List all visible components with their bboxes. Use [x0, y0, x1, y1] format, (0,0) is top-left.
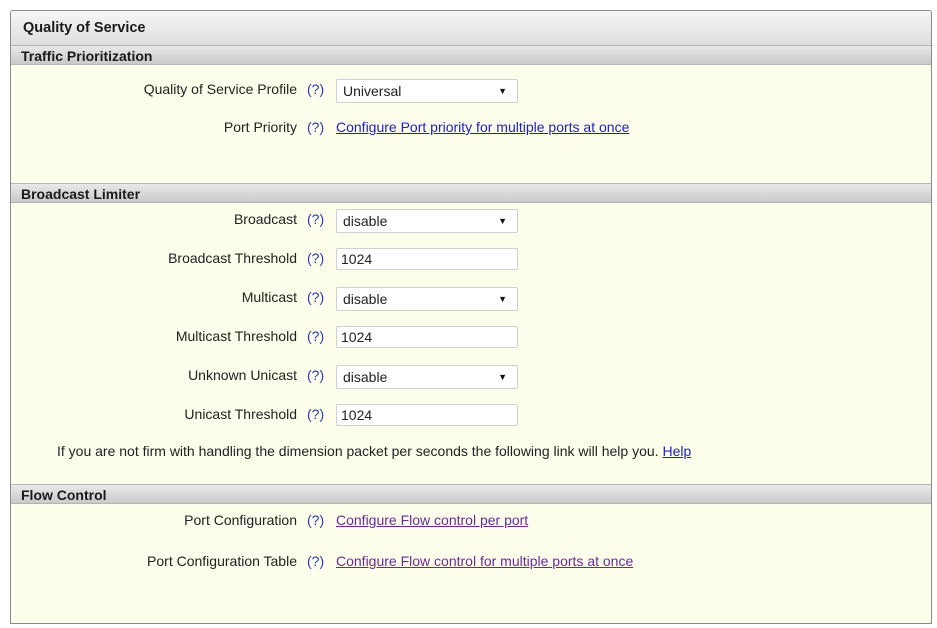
port-config-table-row: Port Configuration Table (?) Configure F… [11, 551, 931, 591]
port-config-table-help[interactable]: (?) [307, 553, 324, 569]
multicast-threshold-help[interactable]: (?) [307, 328, 324, 344]
multicast-label: Multicast [241, 289, 297, 305]
broadcast-select[interactable]: disable ▼ [336, 209, 518, 233]
multicast-threshold-row: Multicast Threshold (?) 1024 [11, 326, 931, 350]
multicast-row: Multicast (?) disable ▼ [11, 287, 931, 311]
port-config-table-label: Port Configuration Table [147, 553, 297, 569]
unknown-unicast-label: Unknown Unicast [188, 367, 297, 383]
unicast-threshold-help[interactable]: (?) [307, 406, 324, 422]
section-broadcast-limiter: Broadcast Limiter [11, 183, 931, 203]
section-traffic-prioritization: Traffic Prioritization [11, 45, 931, 65]
help-note: If you are not firm with handling the di… [57, 443, 691, 459]
broadcast-threshold-label: Broadcast Threshold [168, 250, 297, 266]
triangle-down-icon: ▼ [498, 372, 507, 382]
unicast-threshold-row: Unicast Threshold (?) 1024 [11, 404, 931, 428]
unicast-threshold-label: Unicast Threshold [184, 406, 297, 422]
broadcast-threshold-input[interactable]: 1024 [336, 248, 518, 270]
triangle-down-icon: ▼ [498, 216, 507, 226]
qos-profile-label: Quality of Service Profile [143, 81, 297, 97]
port-priority-label: Port Priority [223, 119, 297, 135]
unicast-threshold-input[interactable]: 1024 [336, 404, 518, 426]
broadcast-threshold-row: Broadcast Threshold (?) 1024 [11, 248, 931, 272]
multicast-select[interactable]: disable ▼ [336, 287, 518, 311]
triangle-down-icon: ▼ [498, 294, 507, 304]
port-config-help[interactable]: (?) [307, 512, 324, 528]
unknown-unicast-row: Unknown Unicast (?) disable ▼ [11, 365, 931, 389]
port-priority-help[interactable]: (?) [307, 119, 324, 135]
broadcast-help[interactable]: (?) [307, 211, 324, 227]
port-priority-link[interactable]: Configure Port priority for multiple por… [336, 119, 629, 135]
qos-panel: Quality of Service Traffic Prioritizatio… [10, 10, 932, 624]
multicast-value: disable [343, 291, 388, 307]
multicast-threshold-input[interactable]: 1024 [336, 326, 518, 348]
qos-profile-select[interactable]: Universal ▼ [336, 79, 518, 103]
qos-profile-row: Quality of Service Profile (?) Universal… [11, 79, 931, 103]
broadcast-label: Broadcast [233, 211, 297, 227]
port-config-label: Port Configuration [184, 512, 297, 528]
qos-profile-help[interactable]: (?) [307, 81, 324, 97]
panel-title: Quality of Service [11, 11, 931, 46]
port-config-table-link[interactable]: Configure Flow control for multiple port… [336, 553, 633, 569]
section-flow-control: Flow Control [11, 484, 931, 504]
unknown-unicast-value: disable [343, 369, 388, 385]
triangle-down-icon: ▼ [498, 86, 507, 96]
help-link[interactable]: Help [662, 443, 691, 459]
broadcast-value: disable [343, 213, 388, 229]
port-config-row: Port Configuration (?) Configure Flow co… [11, 510, 931, 534]
multicast-help[interactable]: (?) [307, 289, 324, 305]
unknown-unicast-help[interactable]: (?) [307, 367, 324, 383]
help-note-text: If you are not firm with handling the di… [57, 443, 659, 459]
multicast-threshold-label: Multicast Threshold [175, 328, 297, 344]
broadcast-row: Broadcast (?) disable ▼ [11, 209, 931, 233]
port-priority-row: Port Priority (?) Configure Port priorit… [11, 117, 931, 157]
port-config-link[interactable]: Configure Flow control per port [336, 512, 528, 528]
qos-profile-value: Universal [343, 83, 402, 99]
unknown-unicast-select[interactable]: disable ▼ [336, 365, 518, 389]
broadcast-threshold-help[interactable]: (?) [307, 250, 324, 266]
